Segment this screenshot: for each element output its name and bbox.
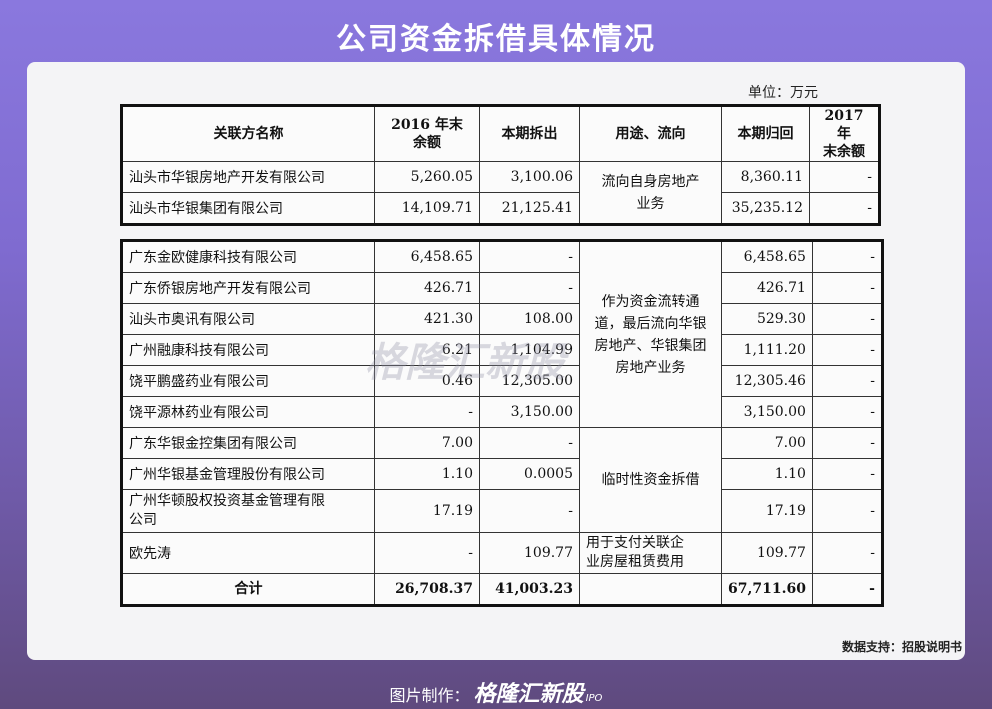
cell-back: 17.19	[721, 489, 813, 533]
cell-bal2017: -	[811, 334, 883, 366]
cell-name: 欧先涛	[121, 532, 375, 574]
source-note: 数据支持：招股说明书	[841, 640, 962, 654]
cell-name: 广州华顿股权投资基金管理有限 公司	[121, 489, 375, 533]
cell-usage: 用于支付关联企 业房屋租赁费用	[579, 532, 722, 574]
header-back: 本期归回	[721, 105, 810, 162]
cell-out: 3,150.00	[479, 396, 580, 428]
header-bal2016: 2016 年末 余额	[374, 105, 480, 162]
cell-back: 8,360.11	[721, 161, 810, 193]
cell-name: 广州融康科技有限公司	[121, 334, 375, 366]
cell-bal2016: 421.30	[374, 303, 480, 335]
cell-bal2016: 5,260.05	[374, 161, 480, 193]
cell-bal2016: 17.19	[374, 489, 480, 533]
loan-table-top: 关联方名称 2016 年末 余额 本期拆出 用途、流向 本期归回 2017 年 …	[120, 104, 881, 226]
table-total-row: 合计 26,708.37 41,003.23 67,711.60 -	[121, 573, 883, 606]
cell-out: 109.77	[479, 532, 580, 574]
cell-back: 1.10	[721, 458, 813, 490]
cell-name: 汕头市华银集团有限公司	[121, 192, 375, 225]
cell-out: 108.00	[479, 303, 580, 335]
cell-bal2016: 6.21	[374, 334, 480, 366]
cell-bal2017: -	[811, 365, 883, 397]
table-row: 广州华顿股权投资基金管理有限 公司 17.19 - 17.19 -	[121, 489, 883, 533]
cell-bal2016: 14,109.71	[374, 192, 480, 225]
header-out: 本期拆出	[479, 105, 580, 162]
cell-back: 109.77	[721, 532, 813, 574]
cell-usage: 流向自身房地产 业务	[579, 161, 722, 225]
cell-bal2016: 7.00	[374, 427, 480, 459]
cell-out: 12,305.00	[479, 365, 580, 397]
cell-bal2016: 26,708.37	[374, 573, 480, 606]
table-row: 饶平源林药业有限公司 - 3,150.00 3,150.00 -	[121, 396, 883, 428]
cell-back: 35,235.12	[721, 192, 810, 225]
cell-name: 饶平源林药业有限公司	[121, 396, 375, 428]
cell-out: 1,104.99	[479, 334, 580, 366]
page-title: 公司资金拆借具体情况	[336, 22, 656, 57]
cell-out: 0.0005	[479, 458, 580, 490]
cell-bal2017: -	[809, 192, 880, 225]
header-name: 关联方名称	[121, 105, 375, 162]
header-bal2017: 2017 年 末余额	[809, 105, 880, 162]
cell-bal2017: -	[811, 458, 883, 490]
table-row: 广州华银基金管理股份有限公司 1.10 0.0005 1.10 -	[121, 458, 883, 490]
cell-name: 汕头市奥讯有限公司	[121, 303, 375, 335]
cell-back: 7.00	[721, 427, 813, 459]
cell-name: 广东侨银房地产开发有限公司	[121, 272, 375, 304]
footer: 图片制作： 格隆汇新股 IPO	[0, 676, 992, 708]
cell-out: -	[479, 272, 580, 304]
cell-out: -	[479, 427, 580, 459]
header-usage: 用途、流向	[579, 105, 722, 162]
table-row: 广东金欧健康科技有限公司 6,458.65 - 作为资金流转通 道，最后流向华银…	[121, 240, 883, 428]
loan-table-bottom: 广东金欧健康科技有限公司 6,458.65 - 作为资金流转通 道，最后流向华银…	[120, 239, 884, 607]
cell-back: 529.30	[721, 303, 813, 335]
cell-bal2016: -	[374, 532, 480, 574]
cell-back: 426.71	[721, 272, 813, 304]
cell-name: 广东华银金控集团有限公司	[121, 427, 375, 459]
footer-ipo: IPO	[585, 693, 603, 704]
cell-bal2017: -	[811, 573, 883, 606]
unit-label: 单位：万元	[748, 85, 818, 101]
cell-usage	[579, 573, 722, 606]
cell-bal2017: -	[811, 240, 883, 273]
cell-out: -	[479, 489, 580, 533]
cell-usage: 作为资金流转通 道，最后流向华银 房地产、华银集团 房地产业务	[579, 240, 722, 428]
cell-bal2016: 6,458.65	[374, 240, 480, 273]
cell-bal2017: -	[811, 272, 883, 304]
table-row: 广东华银金控集团有限公司 7.00 - 临时性资金拆借 7.00 -	[121, 427, 883, 533]
cell-bal2016: -	[374, 396, 480, 428]
table-row: 欧先涛 - 109.77 用于支付关联企 业房屋租赁费用 109.77 -	[121, 532, 883, 574]
cell-bal2017: -	[811, 532, 883, 574]
cell-bal2017: -	[811, 489, 883, 533]
cell-out: -	[479, 240, 580, 273]
footer-brand: 格隆汇新股	[473, 682, 584, 707]
table-row: 广州融康科技有限公司 6.21 1,104.99 1,111.20 -	[121, 334, 883, 366]
cell-name: 广州华银基金管理股份有限公司	[121, 458, 375, 490]
cell-name: 广东金欧健康科技有限公司	[121, 240, 375, 273]
cell-name: 饶平鹏盛药业有限公司	[121, 365, 375, 397]
cell-bal2017: -	[811, 303, 883, 335]
cell-back: 3,150.00	[721, 396, 813, 428]
cell-back: 12,305.46	[721, 365, 813, 397]
cell-bal2016: 426.71	[374, 272, 480, 304]
table-header-row: 关联方名称 2016 年末 余额 本期拆出 用途、流向 本期归回 2017 年 …	[121, 105, 880, 162]
cell-total-label: 合计	[121, 573, 375, 606]
table-row: 汕头市华银集团有限公司 14,109.71 21,125.41 35,235.1…	[121, 192, 880, 225]
cell-bal2017: -	[809, 161, 880, 193]
cell-back: 6,458.65	[721, 240, 813, 273]
cell-bal2016: 0.46	[374, 365, 480, 397]
table-row: 饶平鹏盛药业有限公司 0.46 12,305.00 12,305.46 -	[121, 365, 883, 397]
cell-usage: 临时性资金拆借	[579, 427, 722, 533]
cell-bal2017: -	[811, 396, 883, 428]
cell-bal2017: -	[811, 427, 883, 459]
table-row: 汕头市华银房地产开发有限公司 5,260.05 3,100.06 流向自身房地产…	[121, 161, 880, 225]
cell-back: 67,711.60	[721, 573, 813, 606]
cell-out: 3,100.06	[479, 161, 580, 193]
cell-out: 21,125.41	[479, 192, 580, 225]
cell-bal2016: 1.10	[374, 458, 480, 490]
footer-label: 图片制作：	[389, 686, 470, 705]
cell-name: 汕头市华银房地产开发有限公司	[121, 161, 375, 193]
table-row: 汕头市奥讯有限公司 421.30 108.00 529.30 -	[121, 303, 883, 335]
cell-back: 1,111.20	[721, 334, 813, 366]
cell-out: 41,003.23	[479, 573, 580, 606]
table-row: 广东侨银房地产开发有限公司 426.71 - 426.71 -	[121, 272, 883, 304]
